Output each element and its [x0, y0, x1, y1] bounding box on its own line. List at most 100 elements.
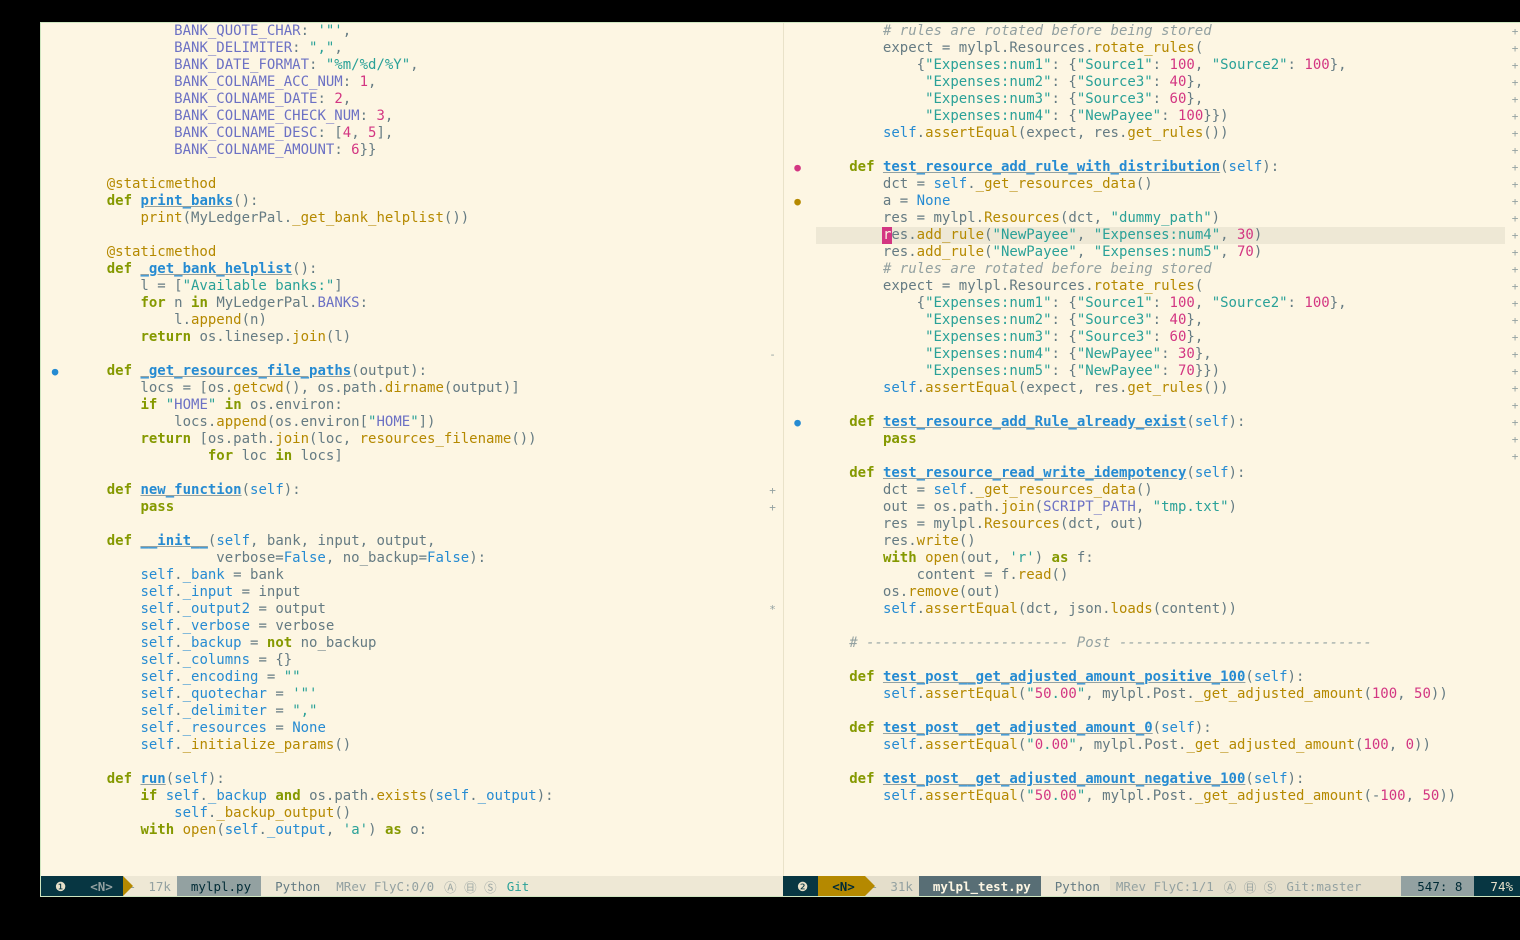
code-line[interactable]: self._columns = {} — [73, 652, 763, 669]
code-line[interactable]: def _get_bank_helplist(): — [73, 261, 763, 278]
code-line[interactable]: {"Expenses:num1": {"Source1": 100, "Sour… — [816, 57, 1506, 74]
modeline-right[interactable]: ❷ <N> - 31k mylpl_test.py Python MRev Fl… — [783, 876, 1520, 896]
code-line[interactable]: locs = [os.getcwd(), os.path.dirname(out… — [73, 380, 763, 397]
code-line[interactable]: self._initialize_params() — [73, 737, 763, 754]
code-line[interactable]: BANK_COLNAME_AMOUNT: 6}} — [73, 142, 763, 159]
code-line[interactable]: res.add_rule("NewPayee", "Expenses:num4"… — [816, 227, 1506, 244]
code-line[interactable] — [816, 618, 1506, 635]
code-line[interactable]: BANK_DATE_FORMAT: "%m/%d/%Y", — [73, 57, 763, 74]
code-line[interactable] — [73, 465, 763, 482]
code-line[interactable]: self._verbose = verbose — [73, 618, 763, 635]
code-line[interactable]: self._resources = None — [73, 720, 763, 737]
code-line[interactable]: expect = mylpl.Resources.rotate_rules( — [816, 278, 1506, 295]
code-line[interactable]: return [os.path.join(loc, resources_file… — [73, 431, 763, 448]
code-line[interactable] — [73, 346, 763, 363]
code-line[interactable]: for n in MyLedgerPal.BANKS: — [73, 295, 763, 312]
code-line[interactable]: "Expenses:num2": {"Source3": 40}, — [816, 312, 1506, 329]
code-line[interactable]: BANK_COLNAME_DATE: 2, — [73, 91, 763, 108]
code-line[interactable]: BANK_DELIMITER: ",", — [73, 40, 763, 57]
code-line[interactable]: res.write() — [816, 533, 1506, 550]
code-line[interactable]: self.assertEqual(dct, json.loads(content… — [816, 601, 1506, 618]
code-line[interactable]: def print_banks(): — [73, 193, 763, 210]
code-line[interactable]: "Expenses:num4": {"NewPayee": 100}}) — [816, 108, 1506, 125]
modeline-left[interactable]: ❶ <N> - 17k mylpl.py Python MRev FlyC:0/… — [41, 876, 783, 896]
right-pane[interactable]: ●●● # rules are rotated before being sto… — [783, 23, 1520, 876]
code-line[interactable] — [73, 159, 763, 176]
code-line[interactable]: self._quotechar = '"' — [73, 686, 763, 703]
code-line[interactable]: pass — [816, 431, 1506, 448]
code-line[interactable]: self._backup = not no_backup — [73, 635, 763, 652]
code-line[interactable]: if "HOME" in os.environ: — [73, 397, 763, 414]
code-line[interactable]: for loc in locs] — [73, 448, 763, 465]
code-line[interactable]: "Expenses:num3": {"Source3": 60}, — [816, 329, 1506, 346]
code-line[interactable]: self._input = input — [73, 584, 763, 601]
code-line[interactable]: BANK_COLNAME_DESC: [4, 5], — [73, 125, 763, 142]
code-line[interactable] — [73, 227, 763, 244]
code-line[interactable]: expect = mylpl.Resources.rotate_rules( — [816, 40, 1506, 57]
major-mode-label[interactable]: Python — [261, 876, 330, 896]
code-line[interactable]: BANK_COLNAME_CHECK_NUM: 3, — [73, 108, 763, 125]
code-line[interactable]: if self._backup and os.path.exists(self.… — [73, 788, 763, 805]
code-line[interactable]: def test_resource_add_rule_with_distribu… — [816, 159, 1506, 176]
code-line[interactable]: # rules are rotated before being stored — [816, 261, 1506, 278]
code-line[interactable]: self.assertEqual("50.00", mylpl.Post._ge… — [816, 686, 1506, 703]
left-pane[interactable]: ● BANK_QUOTE_CHAR: '"', BANK_DELIMITER: … — [41, 23, 783, 876]
code-line[interactable]: @staticmethod — [73, 176, 763, 193]
code-line[interactable]: self.assertEqual("50.00", mylpl.Post._ge… — [816, 788, 1506, 805]
code-line[interactable]: verbose=False, no_backup=False): — [73, 550, 763, 567]
code-line[interactable] — [73, 516, 763, 533]
code-line[interactable] — [816, 703, 1506, 720]
code-line[interactable] — [73, 754, 763, 771]
code-line[interactable]: self._backup_output() — [73, 805, 763, 822]
left-code-area[interactable]: BANK_QUOTE_CHAR: '"', BANK_DELIMITER: ",… — [69, 23, 763, 876]
code-line[interactable]: dct = self._get_resources_data() — [816, 176, 1506, 193]
code-line[interactable] — [816, 142, 1506, 159]
code-line[interactable]: return os.linesep.join(l) — [73, 329, 763, 346]
code-line[interactable]: a = None — [816, 193, 1506, 210]
right-code-area[interactable]: # rules are rotated before being stored … — [812, 23, 1506, 876]
code-line[interactable]: BANK_COLNAME_ACC_NUM: 1, — [73, 74, 763, 91]
code-line[interactable]: res = mylpl.Resources(dct, "dummy_path") — [816, 210, 1506, 227]
buffer-name[interactable]: mylpl_test.py — [919, 876, 1041, 896]
major-mode-label[interactable]: Python — [1041, 876, 1110, 896]
code-line[interactable]: def _get_resources_file_paths(output): — [73, 363, 763, 380]
code-line[interactable]: pass — [73, 499, 763, 516]
code-line[interactable]: "Expenses:num2": {"Source3": 40}, — [816, 74, 1506, 91]
code-line[interactable]: {"Expenses:num1": {"Source1": 100, "Sour… — [816, 295, 1506, 312]
code-line[interactable]: os.remove(out) — [816, 584, 1506, 601]
code-line[interactable]: print(MyLedgerPal._get_bank_helplist()) — [73, 210, 763, 227]
code-line[interactable] — [816, 448, 1506, 465]
code-line[interactable]: res = mylpl.Resources(dct, out) — [816, 516, 1506, 533]
code-line[interactable]: self.assertEqual("0.00", mylpl.Post._get… — [816, 737, 1506, 754]
code-line[interactable]: self._delimiter = "," — [73, 703, 763, 720]
code-line[interactable]: out = os.path.join(SCRIPT_PATH, "tmp.txt… — [816, 499, 1506, 516]
code-line[interactable]: def test_post__get_adjusted_amount_negat… — [816, 771, 1506, 788]
code-line[interactable]: @staticmethod — [73, 244, 763, 261]
code-line[interactable]: "Expenses:num4": {"NewPayee": 30}, — [816, 346, 1506, 363]
code-line[interactable]: l = ["Available banks:"] — [73, 278, 763, 295]
code-line[interactable]: dct = self._get_resources_data() — [816, 482, 1506, 499]
code-line[interactable] — [816, 754, 1506, 771]
code-line[interactable]: BANK_QUOTE_CHAR: '"', — [73, 23, 763, 40]
buffer-name[interactable]: mylpl.py — [177, 876, 261, 896]
code-line[interactable]: self._output2 = output — [73, 601, 763, 618]
code-line[interactable]: l.append(n) — [73, 312, 763, 329]
code-line[interactable]: "Expenses:num5": {"NewPayee": 70}}) — [816, 363, 1506, 380]
code-line[interactable]: self.assertEqual(expect, res.get_rules()… — [816, 125, 1506, 142]
code-line[interactable]: def test_resource_read_write_idempotency… — [816, 465, 1506, 482]
code-line[interactable]: def run(self): — [73, 771, 763, 788]
code-line[interactable]: def __init__(self, bank, input, output, — [73, 533, 763, 550]
code-line[interactable]: self._encoding = "" — [73, 669, 763, 686]
code-line[interactable]: self.assertEqual(expect, res.get_rules()… — [816, 380, 1506, 397]
code-line[interactable]: res.add_rule("NewPayee", "Expenses:num5"… — [816, 244, 1506, 261]
code-line[interactable]: def test_post__get_adjusted_amount_0(sel… — [816, 720, 1506, 737]
code-line[interactable]: def new_function(self): — [73, 482, 763, 499]
code-line[interactable] — [816, 397, 1506, 414]
code-line[interactable] — [816, 652, 1506, 669]
code-line[interactable]: def test_post__get_adjusted_amount_posit… — [816, 669, 1506, 686]
code-line[interactable]: # ------------------------ Post --------… — [816, 635, 1506, 652]
code-line[interactable]: def test_resource_add_Rule_already_exist… — [816, 414, 1506, 431]
code-line[interactable]: self._bank = bank — [73, 567, 763, 584]
code-line[interactable]: locs.append(os.environ["HOME"]) — [73, 414, 763, 431]
code-line[interactable]: "Expenses:num3": {"Source3": 60}, — [816, 91, 1506, 108]
